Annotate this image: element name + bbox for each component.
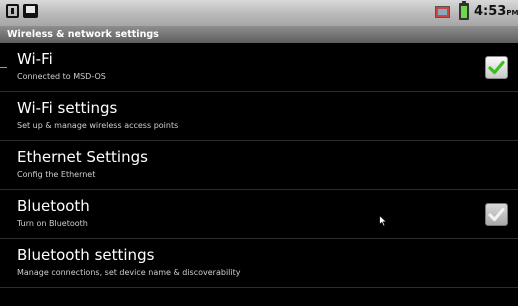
setting-bluetooth-settings[interactable]: Bluetooth settings Manage connections, s… bbox=[0, 239, 518, 288]
setting-summary: Turn on Bluetooth bbox=[17, 219, 88, 228]
setting-summary: Connected to MSD-OS bbox=[17, 72, 106, 81]
setting-title: Ethernet Settings bbox=[17, 148, 148, 166]
status-clock: 4:53PM bbox=[474, 3, 518, 22]
check-icon bbox=[488, 207, 505, 222]
sd-card-icon bbox=[23, 4, 38, 18]
setting-title: Wi-Fi bbox=[17, 50, 53, 68]
setting-summary: Config the Ethernet bbox=[17, 170, 96, 179]
setting-summary: Manage connections, set device name & di… bbox=[17, 268, 241, 277]
settings-list: Wi-Fi Connected to MSD-OS Wi-Fi settings… bbox=[0, 43, 518, 288]
mouse-cursor-icon bbox=[379, 215, 387, 227]
usb-icon bbox=[6, 4, 19, 18]
clock-ampm: PM bbox=[506, 9, 518, 17]
gallery-notification-icon bbox=[435, 6, 450, 18]
setting-wifi[interactable]: Wi-Fi Connected to MSD-OS bbox=[0, 43, 518, 92]
page-title: Wireless & network settings bbox=[0, 26, 518, 43]
setting-title: Wi-Fi settings bbox=[17, 99, 118, 117]
wifi-checkbox[interactable] bbox=[485, 56, 508, 79]
clock-time: 4:53 bbox=[474, 4, 507, 19]
setting-summary: Set up & manage wireless access points bbox=[17, 121, 179, 130]
setting-title: Bluetooth bbox=[17, 197, 90, 215]
battery-icon bbox=[459, 1, 469, 20]
status-bar[interactable]: 4:53PM bbox=[0, 0, 518, 26]
bluetooth-checkbox[interactable] bbox=[485, 203, 508, 226]
setting-ethernet-settings[interactable]: Ethernet Settings Config the Ethernet bbox=[0, 141, 518, 190]
check-icon bbox=[488, 60, 505, 75]
setting-title: Bluetooth settings bbox=[17, 246, 155, 264]
setting-wifi-settings[interactable]: Wi-Fi settings Set up & manage wireless … bbox=[0, 92, 518, 141]
setting-bluetooth[interactable]: Bluetooth Turn on Bluetooth bbox=[0, 190, 518, 239]
